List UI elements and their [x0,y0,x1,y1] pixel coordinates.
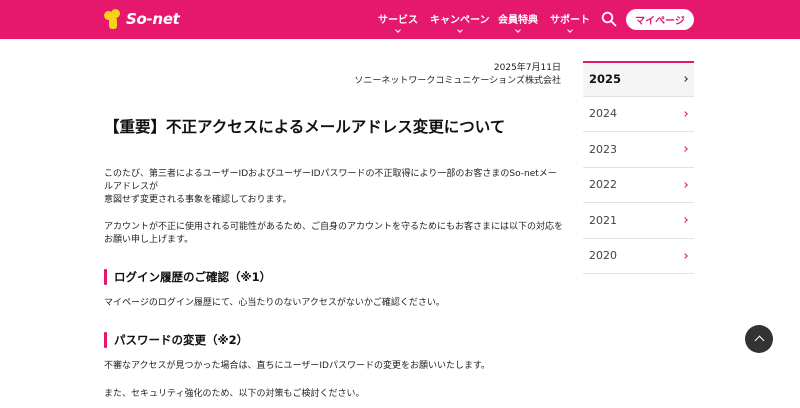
year-label: 2021 [589,213,617,227]
chevron-right-icon [682,110,688,117]
chevron-down-icon [515,27,521,33]
nav-campaign[interactable]: キャンペーン [430,11,490,33]
chevron-down-icon [456,27,463,33]
article-company: ソニーネットワークコミュニケーションズ株式会社 [354,76,561,86]
article-meta: 2025年7月11日 ソニーネットワークコミュニケーションズ株式会社 [354,62,561,88]
chevron-down-icon [395,27,401,33]
search-icon [601,11,617,27]
chevron-right-icon [682,181,688,188]
year-item-2021[interactable]: 2021 [583,203,694,239]
section-login-history-text: マイページのログイン履歴にて、心当たりのないアクセスがないかご確認ください。 [104,298,445,308]
article-date: 2025年7月11日 [493,63,561,73]
nav-member-benefits[interactable]: 会員特典 [498,11,538,33]
year-label: 2022 [589,178,617,192]
year-item-2022[interactable]: 2022 [583,168,694,203]
year-item-2023[interactable]: 2023 [583,132,694,168]
page-title: 【重要】不正アクセスによるメールアドレス変更について [104,118,506,136]
nav-support[interactable]: サポート [550,11,590,33]
nav-member-benefits-label: 会員特典 [498,15,538,26]
back-to-top-button[interactable] [745,325,773,353]
search-button[interactable] [601,11,617,27]
year-label: 2023 [589,142,617,156]
chevron-down-icon [567,27,573,33]
year-item-2020[interactable]: 2020 [583,239,694,274]
logo-mark-icon [104,9,122,29]
year-item-2024[interactable]: 2024 [583,97,694,132]
mypage-button[interactable]: マイページ [626,9,694,30]
chevron-right-icon [682,76,688,83]
section-password-change-text: 不審なアクセスが見つかった場合は、直ちにユーザーIDパスワードの変更をお願いいた… [104,361,491,371]
logo-text: So-net [126,10,180,28]
year-archive-list: 2025 2024 2023 2022 2021 2020 [583,61,694,274]
section-login-history-heading: ログイン履歴のご確認（※1） [104,269,271,285]
nav-services-label: サービス [378,15,418,26]
so-net-logo[interactable]: So-net [104,8,180,30]
chevron-right-icon [682,252,688,259]
year-item-2025[interactable]: 2025 [583,61,694,97]
intro-paragraph: このたび、第三者によるユーザーIDおよびユーザーIDパスワードの不正取得により一… [104,169,557,205]
year-label: 2024 [589,107,617,121]
nav-campaign-label: キャンペーン [430,15,490,26]
year-label: 2020 [589,249,617,263]
chevron-right-icon [682,146,688,153]
year-label: 2025 [589,72,622,87]
request-paragraph: アカウントが不正に使用される可能性があるため、ご自身のアカウントを守るためにもお… [104,222,564,245]
nav-services[interactable]: サービス [378,11,418,33]
chevron-right-icon [682,217,688,224]
site-header: So-net サービス キャンペーン 会員特典 サポート マイページ [0,0,800,39]
section-password-change-heading: パスワードの変更（※2） [104,332,248,348]
nav-support-label: サポート [550,15,590,26]
security-paragraph: また、セキュリティ強化のため、以下の対策もご検討ください。 [104,389,365,399]
